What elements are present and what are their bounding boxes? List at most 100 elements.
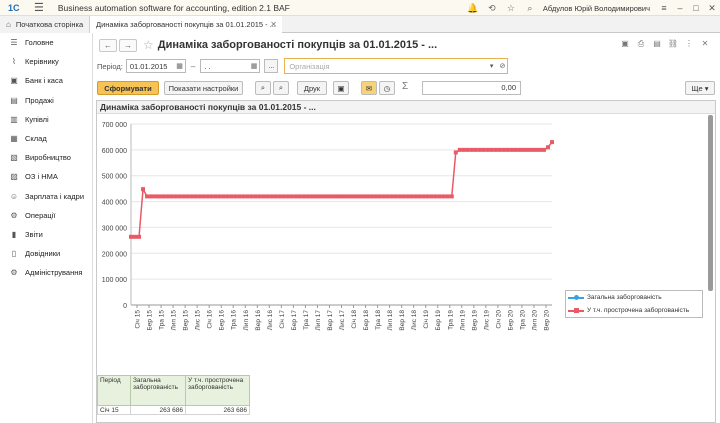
save-icon[interactable]: ▣ [618,39,632,49]
more-button[interactable]: Ще ▾ [685,81,715,95]
maximize-icon[interactable]: □ [688,3,704,13]
period-label: Період: [97,61,123,71]
data-point [377,194,382,199]
link-icon[interactable]: ⛓ [666,39,680,49]
sidebar-item-admin[interactable]: ⚙ Адміністрування [0,263,92,282]
chevron-down-icon[interactable]: ▾ [490,62,494,70]
user-name[interactable]: Абдулов Юрій Володимирович [543,4,650,13]
series-line [131,141,553,238]
favorite-star-icon[interactable]: ☆ [143,38,154,52]
close-icon[interactable]: ✕ [698,39,712,49]
find-icon[interactable]: ⌕ [255,81,271,95]
report-area[interactable]: Динаміка заборгованості покупців за 01.0… [96,100,716,423]
data-point [489,147,494,152]
calendar-icon[interactable]: ▦ [176,62,183,70]
sidebar-item-assets[interactable]: ▨ ОЗ і НМА [0,167,92,186]
sidebar-item-main[interactable]: ☰ Головне [0,33,92,52]
organization-placeholder: Організація [289,61,330,71]
sidebar-item-directories[interactable]: ▯ Довідники [0,244,92,263]
open-link-icon[interactable]: ⊘ [499,62,505,70]
period-to-field[interactable]: . . ▦ [200,59,261,73]
x-tick-label: Тра 20 [519,310,526,330]
generate-button[interactable]: Сформувати [97,81,159,95]
show-settings-button[interactable]: Показати настройки [164,81,243,95]
data-point [161,194,166,199]
x-tick-label: Вер 19 [471,310,478,331]
sidebar-item-operations[interactable]: ⚙ Операції [0,206,92,225]
data-point [233,194,238,199]
x-tick-label: Січ 15 [134,310,142,329]
data-point [545,145,550,150]
table-header-row: Період Загальна заборгованість У т.ч. пр… [97,375,250,406]
tab-home[interactable]: ⌂ Початкова сторінка [0,16,90,33]
organization-input[interactable]: Організація ▾ ⊘ [284,58,509,74]
period-from-field[interactable]: 01.01.2015 ▦ [125,59,186,73]
search-icon[interactable]: ⌕ [523,3,537,14]
data-point [145,194,150,199]
data-point [389,194,394,199]
preview-icon[interactable]: ▤ [650,39,664,49]
data-point [541,147,546,152]
doc-header: ← → ☆ Динаміка заборгованості покупців з… [93,37,720,53]
clock-icon[interactable]: ◷ [379,81,395,95]
sidebar-item-purchases[interactable]: ▥ Купівлі [0,110,92,129]
data-point [421,194,426,199]
data-point [469,147,474,152]
data-point [253,194,258,199]
more-vert-icon[interactable]: ⋮ [682,39,696,49]
x-tick-label: Вер 16 [255,310,262,331]
calendar-icon[interactable]: ▦ [251,62,258,70]
sidebar-item-manager[interactable]: ⌇ Керівнику [0,52,92,71]
close-icon[interactable]: ✕ [704,3,720,14]
sidebar-item-label: Банк і каса [25,76,63,86]
sidebar-item-warehouse[interactable]: ▦ Склад [0,129,92,148]
x-tick-label: Бер 19 [435,310,442,331]
sidebar-item-sales[interactable]: ▤ Продажі [0,91,92,110]
truck-icon: ▨ [10,172,18,182]
print-icon[interactable]: ⎙ [634,39,648,49]
data-point [269,194,274,199]
data-point [417,194,422,199]
data-point [437,194,442,199]
sidebar-item-production[interactable]: ▧ Виробництво [0,148,92,167]
settings-icon[interactable]: ≡ [656,3,672,13]
table-cell: 263 686 [130,405,186,415]
find-next-icon[interactable]: ⌕ [273,81,289,95]
preview-icon[interactable]: ▣ [333,81,349,95]
star-icon[interactable]: ☆ [504,3,518,14]
sidebar-item-reports[interactable]: ▮ Звіти [0,225,92,244]
scrollbar[interactable] [708,115,714,385]
mail-icon[interactable]: ✉ [361,81,377,95]
data-point [241,194,246,199]
arrow-left-icon: ← [104,40,112,50]
data-point [129,234,133,239]
data-point [201,194,206,199]
data-point [453,150,458,155]
x-tick-label: Бер 16 [219,310,226,331]
x-tick-label: Тра 15 [159,310,166,330]
forward-button[interactable]: → [119,38,137,52]
print-button[interactable]: Друк [297,81,327,95]
back-button[interactable]: ← [99,38,117,52]
data-point [169,194,174,199]
data-point [333,194,338,199]
bell-icon[interactable]: 🔔 [466,3,480,14]
main-menu-icon[interactable]: ☰ [34,2,44,14]
data-point [341,194,346,199]
sidebar-item-bank[interactable]: ▣ Банк і каса [0,71,92,90]
sidebar-item-payroll[interactable]: ☺ Зарплата і кадри [0,187,92,206]
scrollbar-thumb[interactable] [708,115,713,291]
data-point [261,194,266,199]
data-point [537,147,542,152]
data-point [445,194,450,199]
doc-tools: ▣ ⎙ ▤ ⛓ ⋮ ✕ [616,39,712,49]
x-tick-label: Тра 17 [303,310,310,330]
y-tick-label: 300 000 [102,225,127,232]
table-cell: 263 686 [185,405,250,415]
history-icon[interactable]: ⟲ [485,3,499,14]
x-tick-label: Вер 18 [399,310,406,331]
tab-close-icon[interactable]: ✕ [270,20,277,29]
period-select-button[interactable]: ... [264,59,279,73]
tab-report[interactable]: Динаміка заборгованості покупців за 01.0… [90,16,282,33]
minimize-icon[interactable]: – [672,3,688,13]
